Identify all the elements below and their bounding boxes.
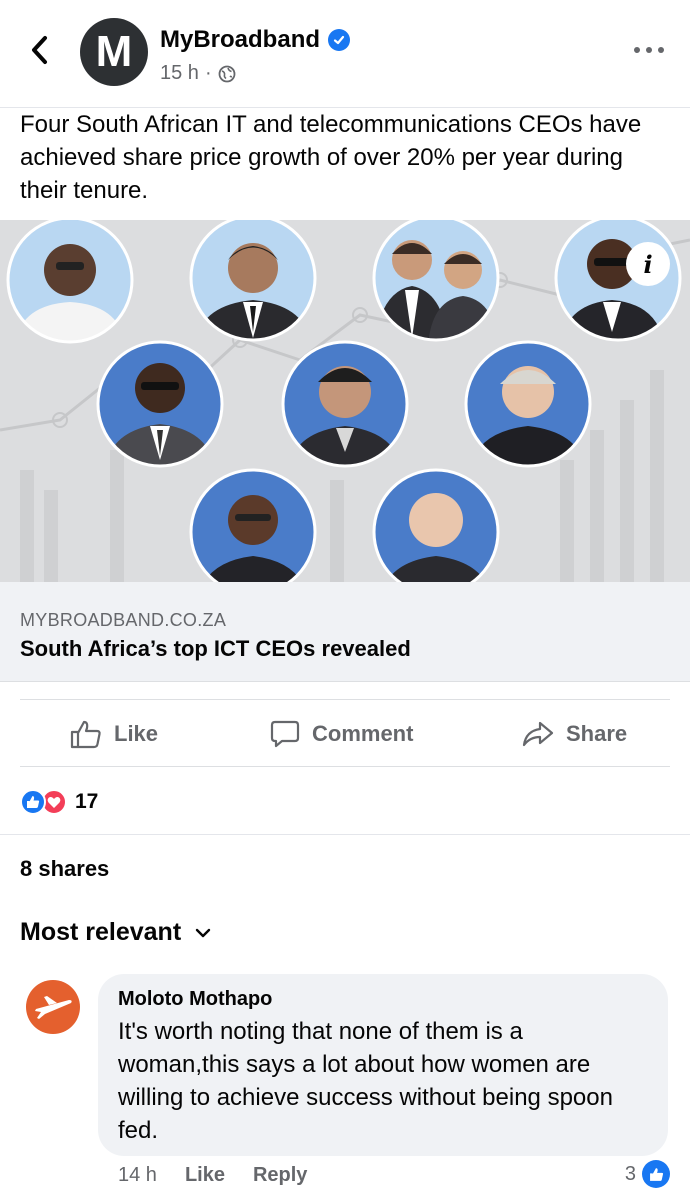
like-label: Like [114,721,159,746]
post-text: Four South African IT and telecommunicat… [20,111,642,204]
more-dot-icon [646,47,652,53]
share-count[interactable]: 8 shares [20,856,109,882]
link-caption[interactable]: MYBROADBAND.CO.ZA South Africa’s top ICT… [0,582,690,682]
comment-time[interactable]: 14 h [118,1164,157,1187]
comment-like-number: 3 [624,1162,636,1185]
page-name[interactable]: MyBroadband [160,26,351,54]
reaction-count: 17 [75,790,99,813]
like-reaction-icon [20,789,46,815]
comment-actions: 14 h Like Reply [118,1164,307,1187]
meta-separator: · [204,62,212,84]
more-dot-icon [658,47,664,53]
thumbs-up-icon [70,720,101,749]
post-time[interactable]: 15 h [160,62,199,85]
ceo-collage-image [0,220,690,582]
more-dot-icon [634,47,640,53]
like-reaction-icon [642,1160,670,1188]
divider [20,766,670,767]
share-button[interactable]: Share [522,716,627,752]
avatar-letter: M [95,27,133,76]
like-button[interactable]: Like [70,716,158,752]
comment-reply-link[interactable]: Reply [253,1164,307,1187]
comment-sort-dropdown[interactable]: Most relevant [20,918,211,947]
divider [20,699,670,700]
comment-icon [270,720,300,748]
comment-text: It's worth noting that none of them is a… [118,1018,613,1144]
reaction-summary[interactable]: 17 [20,788,98,816]
back-button[interactable] [22,32,58,68]
commenter-avatar[interactable] [26,980,80,1034]
airplane-icon [35,996,72,1019]
globe-icon [218,65,236,82]
comment-bubble: Moloto Mothapo It's worth noting that no… [98,974,668,1156]
page-name-label: MyBroadband [160,26,321,53]
comment-like-count[interactable]: 3 [625,1160,670,1188]
info-glyph: i [643,249,653,279]
comment-button[interactable]: Comment [270,716,413,752]
comment-label: Comment [312,721,414,746]
post-header: M MyBroadband 15 h · [0,0,690,108]
post-meta: 15 h · [160,62,236,85]
link-domain: MYBROADBAND.CO.ZA [20,610,227,630]
comment-like-link[interactable]: Like [185,1164,225,1187]
chevron-down-icon [195,928,211,937]
divider [0,834,690,835]
chevron-left-icon [32,36,47,64]
link-title: South Africa’s top ICT CEOs revealed [20,636,411,661]
verified-badge-icon [328,29,351,51]
info-icon[interactable]: i [626,242,670,286]
page-avatar[interactable]: M [80,18,148,86]
comment-author[interactable]: Moloto Mothapo [118,988,648,1011]
share-label: Share [566,721,628,746]
link-preview-image[interactable]: i [0,220,690,582]
share-icon [522,721,554,747]
more-options-button[interactable] [634,40,664,60]
sort-label: Most relevant [20,918,182,946]
